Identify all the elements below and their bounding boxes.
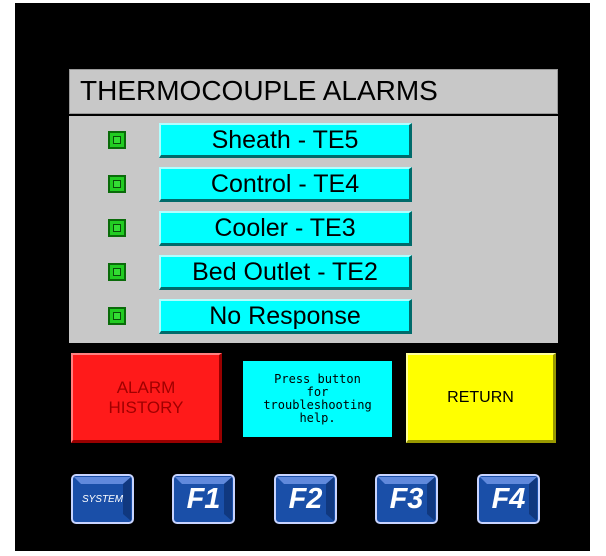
alarm-history-button[interactable]: ALARM HISTORY bbox=[71, 353, 222, 443]
help-text-box: Press button for troubleshooting help. bbox=[243, 361, 392, 437]
alarm-history-label: ALARM HISTORY bbox=[108, 377, 184, 417]
alarm-button-label: Sheath - TE5 bbox=[211, 125, 359, 154]
page-title: THERMOCOUPLE ALARMS bbox=[80, 75, 438, 106]
alarm-indicator-sheath bbox=[108, 131, 126, 149]
alarm-button-sheath[interactable]: Sheath - TE5 bbox=[159, 123, 412, 158]
f4-key[interactable]: F4 bbox=[477, 474, 540, 524]
alarm-button-label: No Response bbox=[209, 301, 361, 330]
alarm-indicator-bed-outlet bbox=[108, 263, 126, 281]
alarm-indicator-no-response bbox=[108, 307, 126, 325]
screen-header: THERMOCOUPLE ALARMS bbox=[69, 69, 558, 114]
f2-key[interactable]: F2 bbox=[274, 474, 337, 524]
return-button[interactable]: RETURN bbox=[406, 353, 556, 443]
f4-key-label: F4 bbox=[491, 482, 526, 515]
alarm-button-label: Control - TE4 bbox=[210, 169, 360, 198]
alarm-indicator-cooler bbox=[108, 219, 126, 237]
f1-key-label: F1 bbox=[186, 482, 221, 515]
f3-key[interactable]: F3 bbox=[375, 474, 438, 524]
alarm-button-no-response[interactable]: No Response bbox=[159, 299, 412, 334]
alarm-button-label: Cooler - TE3 bbox=[214, 213, 356, 242]
return-label: RETURN bbox=[447, 388, 514, 406]
f1-key[interactable]: F1 bbox=[172, 474, 235, 524]
alarm-button-control[interactable]: Control - TE4 bbox=[159, 167, 412, 202]
alarm-button-label: Bed Outlet - TE2 bbox=[192, 257, 378, 286]
system-key[interactable]: SYSTEM bbox=[71, 474, 134, 524]
alarm-button-cooler[interactable]: Cooler - TE3 bbox=[159, 211, 412, 246]
f2-key-label: F2 bbox=[288, 482, 323, 515]
help-text: Press button for troubleshooting help. bbox=[263, 372, 372, 425]
alarm-indicator-control bbox=[108, 175, 126, 193]
alarm-button-bed-outlet[interactable]: Bed Outlet - TE2 bbox=[159, 255, 412, 290]
system-key-label: SYSTEM bbox=[81, 493, 124, 505]
f3-key-label: F3 bbox=[389, 482, 424, 515]
